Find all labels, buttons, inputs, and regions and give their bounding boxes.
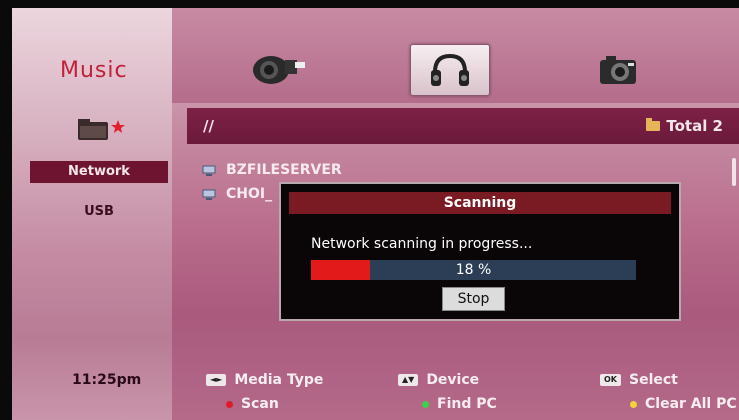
total-count: Total 2	[646, 117, 723, 135]
folder-icon	[646, 118, 661, 131]
up-down-key-icon: ▲▼	[398, 374, 419, 386]
list-item-label: CHOI_	[226, 186, 273, 202]
scanning-dialog: Scanning Network scanning in progress...…	[279, 182, 681, 321]
media-tab-music[interactable]	[410, 44, 490, 96]
scrollbar[interactable]	[732, 158, 736, 186]
tv-screen: Music // Total 2 Network USB BZFILESERVE…	[12, 8, 739, 420]
hint-label: Select	[629, 372, 678, 388]
headphones-icon	[431, 53, 469, 86]
media-tab-photo[interactable]	[579, 44, 659, 96]
progress-label: 18 %	[455, 262, 492, 278]
hint-find-pc: Find PC	[422, 396, 497, 412]
hint-label: Find PC	[437, 396, 497, 412]
path-bar: // Total 2	[187, 108, 739, 144]
video-icon	[253, 56, 305, 84]
list-item[interactable]: BZFILESERVER	[202, 161, 342, 179]
left-right-key-icon: ◄►	[206, 374, 227, 386]
current-path: //	[203, 117, 214, 135]
list-item[interactable]: CHOI_	[202, 185, 272, 203]
progress-bar: 18 %	[311, 260, 636, 280]
hint-select: OK Select	[600, 372, 678, 388]
stop-button[interactable]: Stop	[442, 287, 505, 311]
computer-icon	[202, 189, 216, 200]
list-item-label: BZFILESERVER	[226, 162, 342, 178]
media-tab-video[interactable]	[239, 44, 319, 96]
hint-label: Media Type	[234, 372, 324, 388]
page-title: Music	[60, 58, 128, 83]
clock: 11:25pm	[72, 372, 142, 388]
camera-icon	[600, 56, 636, 84]
hint-label: Scan	[241, 396, 279, 412]
yellow-button-icon	[630, 400, 637, 408]
hint-scan: Scan	[226, 396, 279, 412]
green-button-icon	[422, 400, 429, 408]
computer-icon	[202, 165, 216, 176]
hint-label: Device	[426, 372, 480, 388]
total-label: Total 2	[666, 117, 723, 135]
dialog-message: Network scanning in progress...	[311, 236, 533, 252]
source-usb[interactable]: USB	[30, 201, 168, 223]
folder-star-icon	[78, 119, 125, 140]
dialog-title: Scanning	[289, 192, 671, 214]
source-network[interactable]: Network	[30, 161, 168, 183]
hint-clear-all: Clear All PC	[630, 396, 737, 412]
hint-device: ▲▼ Device	[398, 372, 479, 388]
hint-media-type: ◄► Media Type	[206, 372, 323, 388]
red-button-icon	[226, 400, 233, 408]
ok-key-icon: OK	[600, 374, 621, 386]
hint-label: Clear All PC	[645, 396, 737, 412]
